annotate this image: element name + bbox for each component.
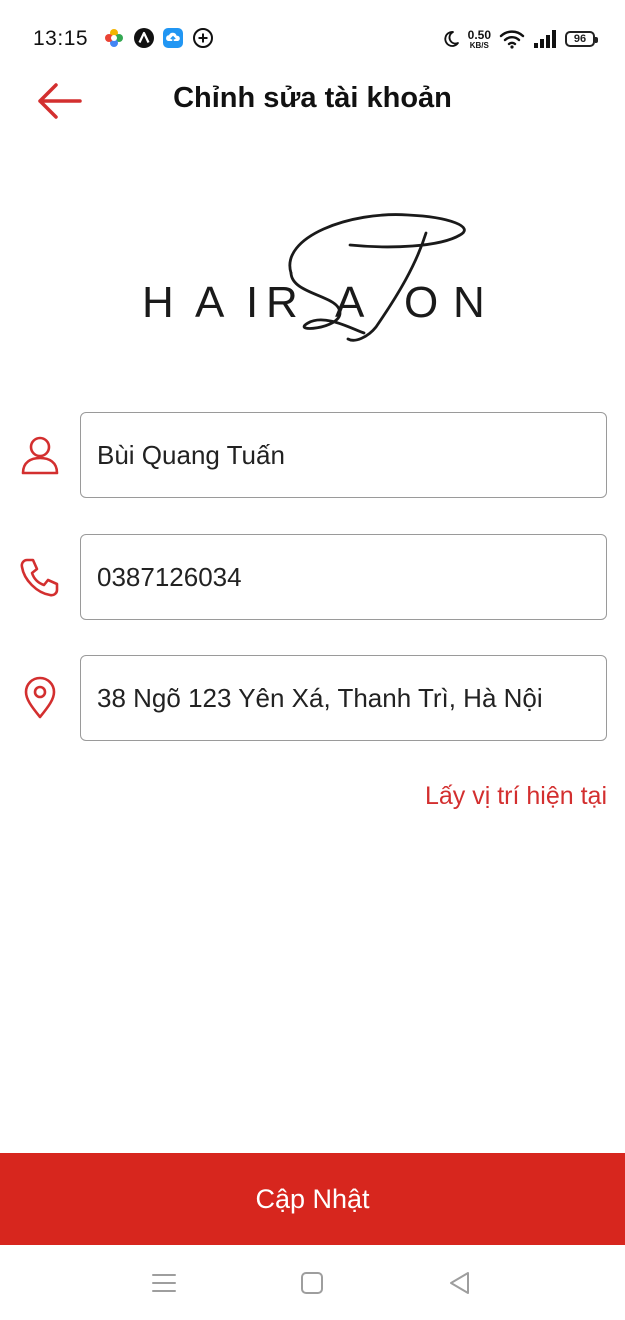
app-header: Chỉnh sửa tài khoản (0, 78, 625, 124)
phone-icon (20, 558, 59, 597)
home-square-icon[interactable] (298, 1269, 326, 1297)
plus-circle-icon (193, 28, 213, 48)
svg-text:O: O (404, 278, 438, 327)
wifi-icon (499, 30, 525, 49)
get-current-location-link[interactable]: Lấy vị trí hiện tại (425, 782, 607, 811)
cloud-upload-icon (163, 28, 183, 48)
system-nav-bar (0, 1245, 625, 1320)
status-bar: 13:15 0.50 KB/S 96 (0, 0, 625, 78)
update-button[interactable]: Cập Nhật (0, 1153, 625, 1245)
svg-text:H: H (142, 278, 174, 327)
page-title: Chỉnh sửa tài khoản (173, 82, 452, 114)
name-field[interactable] (80, 412, 607, 498)
phone-field[interactable] (80, 534, 607, 620)
signal-icon (534, 30, 556, 48)
back-triangle-icon[interactable] (446, 1269, 474, 1297)
network-speed: 0.50 KB/S (468, 29, 491, 50)
net-speed-unit: KB/S (469, 40, 489, 50)
app-a-icon (134, 28, 154, 48)
svg-text:I: I (246, 278, 258, 327)
person-icon (21, 436, 59, 475)
menu-icon[interactable] (150, 1269, 178, 1297)
pinwheel-icon (105, 29, 123, 47)
battery-icon: 96 (565, 31, 598, 47)
phone-row (0, 534, 625, 620)
svg-text:N: N (453, 278, 485, 327)
location-pin-icon (24, 676, 56, 719)
status-time: 13:15 (33, 27, 89, 50)
moon-icon (444, 31, 459, 47)
name-row (0, 412, 625, 498)
battery-level: 96 (573, 33, 587, 45)
address-row (0, 655, 625, 741)
svg-text:A: A (335, 278, 365, 327)
address-field[interactable] (80, 655, 607, 741)
svg-text:A: A (195, 278, 225, 327)
net-speed-value: 0.50 (467, 27, 491, 42)
hairsalon-logo: H A I R A O N (142, 213, 485, 342)
svg-text:R: R (266, 278, 298, 327)
